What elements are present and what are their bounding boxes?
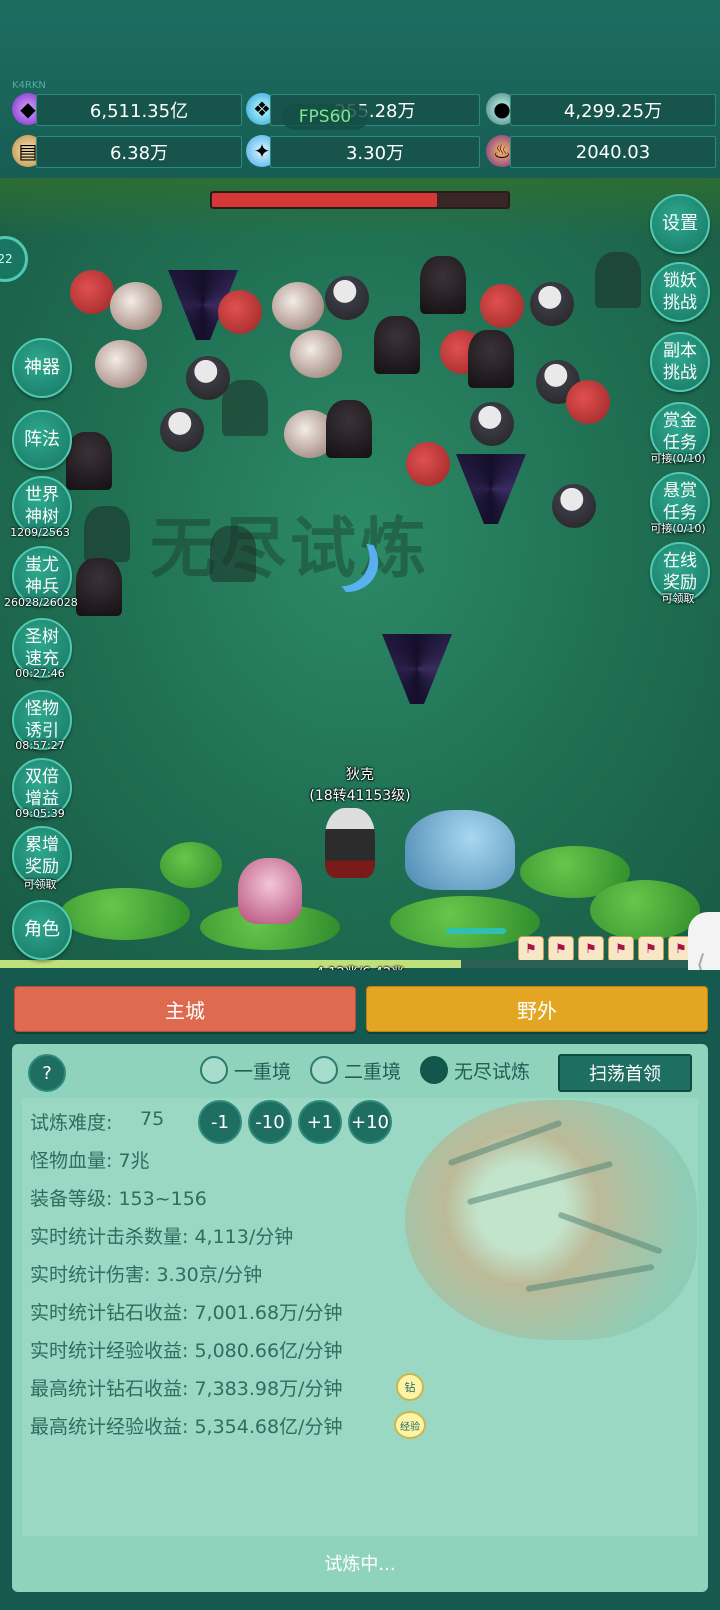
difficulty-label: 试炼难度: — [30, 1112, 113, 1134]
buff-icon[interactable]: ⚑ — [608, 936, 634, 962]
difficulty-value: 75 — [140, 1108, 165, 1130]
kills-per-minute-stat: 实时统计击杀数量: 4,113/分钟 — [30, 1226, 294, 1248]
difficulty-plus-10-button[interactable]: +10 — [348, 1100, 392, 1144]
monster-ghost — [222, 380, 268, 436]
demon-lock-challenge-button[interactable]: 锁妖挑战 — [650, 262, 710, 322]
monster-red — [406, 442, 450, 486]
resource-gems: 6,511.35亿 — [36, 94, 242, 126]
tab-main-city[interactable]: 主城 — [14, 986, 356, 1032]
realm-option-2[interactable]: 二重境 — [310, 1056, 401, 1084]
difficulty-plus-1-button[interactable]: +1 — [298, 1100, 342, 1144]
exp-income-stat: 实时统计经验收益: 5,080.66亿/分钟 — [30, 1340, 343, 1362]
double-gain-timer: 09:05:39 — [15, 807, 65, 820]
tiger-illustration — [405, 1100, 697, 1340]
max-diamond-income-stat: 最高统计钻石收益: 7,383.98万/分钟 — [30, 1378, 343, 1400]
buff-icon[interactable]: ⚑ — [578, 936, 604, 962]
monster-dark-horned — [374, 316, 420, 374]
tab-wild[interactable]: 野外 — [366, 986, 708, 1032]
radio-icon — [310, 1056, 338, 1084]
monster-red — [218, 290, 262, 334]
artifact-button[interactable]: 神器 — [12, 338, 72, 398]
resource-ice: 3.30万 — [270, 136, 480, 168]
damage-per-minute-stat: 实时统计伤害: 3.30京/分钟 — [30, 1264, 263, 1286]
tree-recharge-timer: 00:27:46 — [15, 667, 65, 680]
diamond-income-stat: 实时统计钻石收益: 7,001.68万/分钟 — [30, 1302, 343, 1324]
monster-sheep — [290, 330, 342, 378]
monster-bird — [325, 276, 369, 320]
bush — [160, 842, 222, 888]
monster-sheep — [95, 340, 147, 388]
monster-sheep — [272, 282, 324, 330]
hero-character[interactable] — [325, 808, 375, 878]
help-button[interactable]: ? — [28, 1054, 66, 1092]
hero-name: 狄克 — [346, 767, 374, 783]
companion-girl — [238, 858, 302, 924]
monster-ghost — [210, 526, 256, 582]
monster-bird — [530, 282, 574, 326]
monster-dark-horned — [326, 400, 372, 458]
monster-sheep — [110, 282, 162, 330]
buff-icon[interactable]: ⚑ — [638, 936, 664, 962]
formation-button[interactable]: 阵法 — [12, 410, 72, 470]
monster-lure-timer: 08:57:27 — [15, 739, 65, 752]
world-tree-progress: 1209/2563 — [10, 526, 70, 539]
trial-status: 试炼中... — [324, 1554, 396, 1575]
chiyou-weapon-progress: 26028/26028 — [4, 596, 78, 609]
monster-dark-horned — [468, 330, 514, 388]
monster-bird — [470, 402, 514, 446]
character-button[interactable]: 角色 — [12, 900, 72, 960]
resource-scrolls: 6.38万 — [36, 136, 242, 168]
pet-dragon — [405, 810, 515, 890]
dungeon-challenge-button[interactable]: 副本挑战 — [650, 332, 710, 392]
monster-dark-horned — [76, 558, 122, 616]
monster-dark-horned — [66, 432, 112, 490]
monster-hp-stat: 怪物血量: 7兆 — [30, 1150, 150, 1172]
sweep-boss-button[interactable]: 扫荡首领 — [558, 1054, 692, 1092]
difficulty-minus-1-button[interactable]: -1 — [198, 1100, 242, 1144]
pet-hp-bar — [446, 928, 506, 934]
boss-hp-bar — [210, 191, 510, 209]
max-exp-income-stat: 最高统计经验收益: 5,354.68亿/分钟 — [30, 1416, 343, 1438]
settings-button[interactable]: 设置 — [650, 194, 710, 254]
monster-red — [566, 380, 610, 424]
diamond-badge-icon: 钻 — [396, 1373, 424, 1401]
monster-ghost — [84, 506, 130, 562]
mode-watermark: 无尽试炼 — [150, 509, 430, 587]
bush — [60, 888, 190, 940]
monster-red — [480, 284, 524, 328]
buff-icon[interactable]: ⚑ — [548, 936, 574, 962]
realm-option-1[interactable]: 一重境 — [200, 1056, 291, 1084]
monster-red — [70, 270, 114, 314]
realm-option-endless[interactable]: 无尽试炼 — [420, 1056, 530, 1084]
buff-icon[interactable]: ⚑ — [518, 936, 544, 962]
difficulty-minus-10-button[interactable]: -10 — [248, 1100, 292, 1144]
boss-hp-fill — [212, 193, 437, 207]
buff-list: ⚑ ⚑ ⚑ ⚑ ⚑ ⚑ — [518, 936, 694, 962]
cumulative-reward-status: 可领取 — [23, 878, 57, 891]
bush — [590, 880, 700, 940]
monster-dark-horned — [420, 256, 466, 314]
equipment-level-stat: 装备等级: 153~156 — [30, 1188, 207, 1210]
bounty-task-status: 可接(0/10) — [650, 452, 706, 465]
monster-bird — [160, 408, 204, 452]
radio-selected-icon — [420, 1056, 448, 1084]
fps-counter: FPS60 — [282, 104, 368, 130]
monster-ghost — [595, 252, 641, 308]
resource-orbs: 4,299.25万 — [510, 94, 716, 126]
radio-icon — [200, 1056, 228, 1084]
device-code: K4RKN — [12, 80, 46, 91]
monster-bird — [552, 484, 596, 528]
reward-task-status: 可接(0/10) — [650, 522, 706, 535]
resource-treasure: 2040.03 — [510, 136, 716, 168]
online-reward-status: 可领取 — [661, 592, 695, 605]
exp-badge-icon: 经验 — [394, 1411, 426, 1439]
hero-level: (18转41153级) — [309, 788, 411, 804]
